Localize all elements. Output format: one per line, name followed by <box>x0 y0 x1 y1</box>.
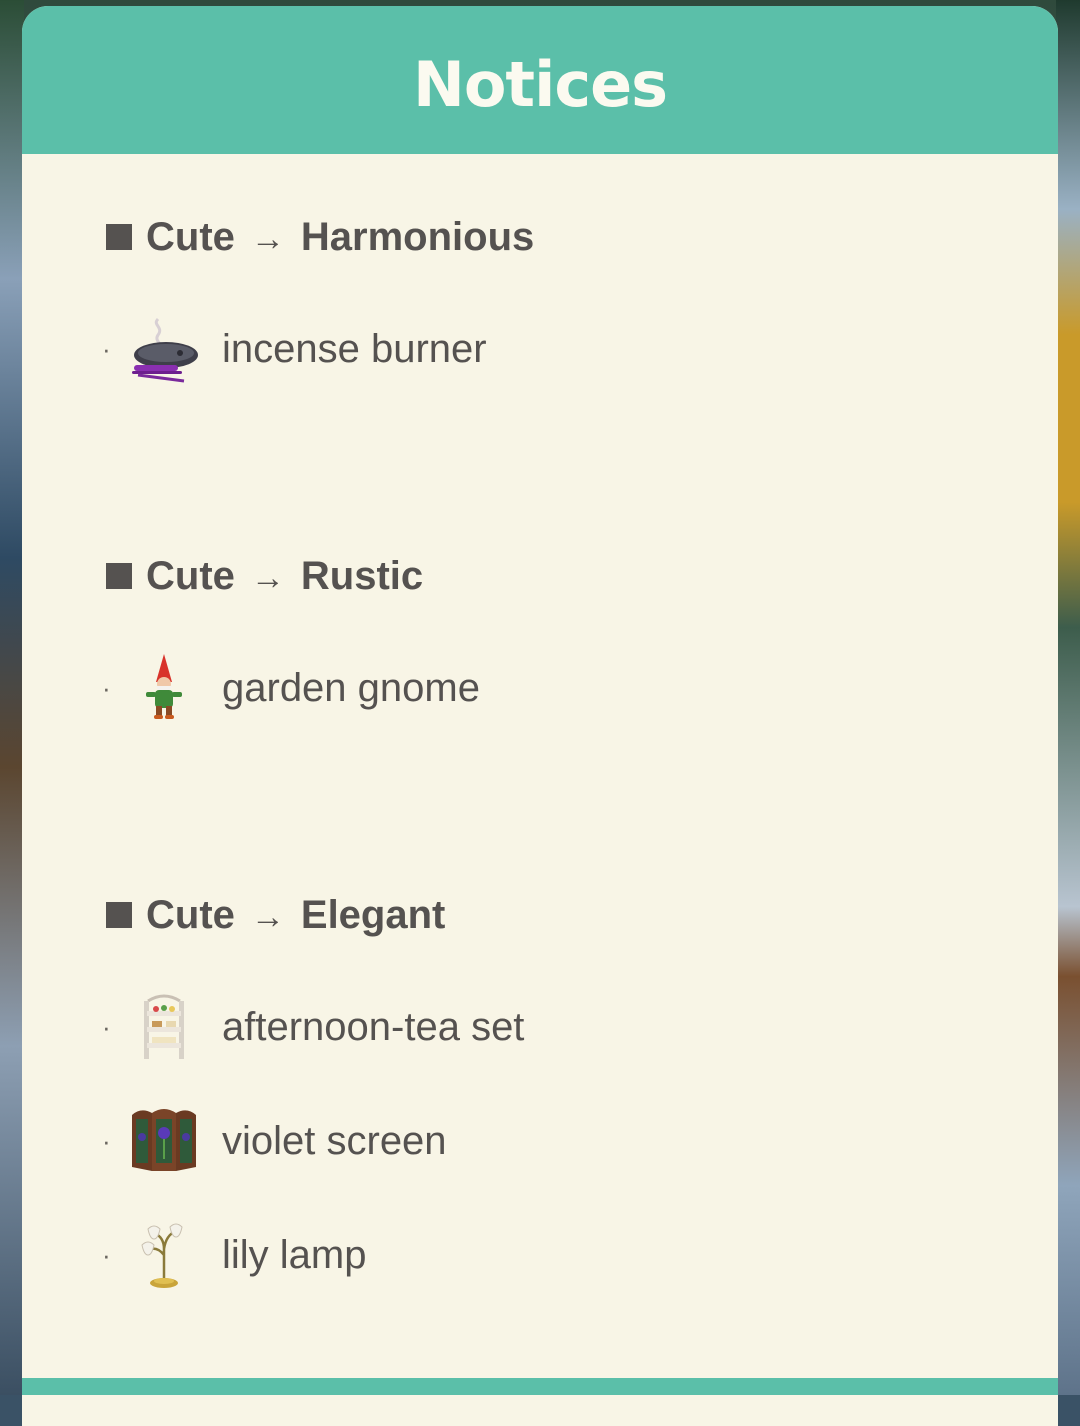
item-label: violet screen <box>222 1118 447 1163</box>
section-heading-rustic: Cute → Rustic <box>106 551 423 601</box>
lily-lamp-icon <box>141 1223 183 1288</box>
list-item-afternoon-tea-set: · afternoon-tea set <box>102 987 524 1067</box>
background-scene-left <box>0 0 24 1395</box>
panel-footer-bar <box>22 1378 1058 1395</box>
item-label: garden gnome <box>222 665 480 710</box>
section-to: Rustic <box>300 553 424 598</box>
notices-panel: Notices Cute → Harmonious · incense burn… <box>22 6 1058 1426</box>
list-item-lily-lamp: · lily lamp <box>102 1215 366 1295</box>
arrow-right-icon: → <box>250 558 285 597</box>
square-bullet-icon <box>106 563 132 589</box>
list-item-violet-screen: · violet screen <box>102 1101 447 1181</box>
panel-header: Notices <box>22 6 1058 154</box>
list-item-incense-burner: · incense burner <box>102 309 487 389</box>
panel-title: Notices <box>412 47 668 121</box>
square-bullet-icon <box>106 902 132 928</box>
section-to: Harmonious <box>300 214 535 259</box>
afternoon-tea-set-icon <box>144 994 184 1059</box>
section-heading-elegant: Cute → Elegant <box>106 890 445 940</box>
arrow-right-icon: → <box>250 897 285 936</box>
garden-gnome-icon <box>146 654 182 719</box>
square-bullet-icon <box>106 224 132 250</box>
item-label: afternoon-tea set <box>222 1004 525 1049</box>
item-label: lily lamp <box>222 1232 367 1277</box>
violet-screen-icon <box>132 1109 196 1171</box>
section-from: Cute <box>146 553 235 598</box>
background-scene-right <box>1056 0 1080 1395</box>
arrow-right-icon: → <box>250 219 285 258</box>
section-to: Elegant <box>300 892 446 937</box>
incense-burner-icon <box>132 317 198 383</box>
item-label: incense burner <box>222 326 487 371</box>
section-heading-harmonious: Cute → Harmonious <box>106 212 534 262</box>
section-from: Cute <box>146 892 235 937</box>
section-from: Cute <box>146 214 235 259</box>
list-item-garden-gnome: · garden gnome <box>102 648 480 728</box>
